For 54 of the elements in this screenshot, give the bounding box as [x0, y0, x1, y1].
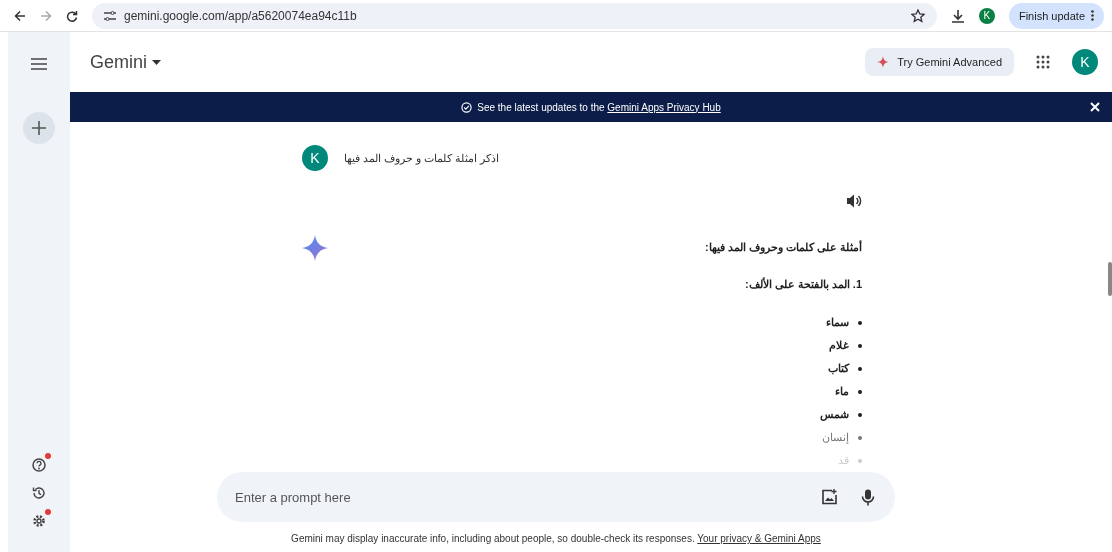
- prompt-bar[interactable]: Enter a prompt here: [217, 472, 895, 522]
- list-bullet: [858, 435, 862, 440]
- url-text: gemini.google.com/app/a5620074ea94c11b: [124, 8, 358, 23]
- notification-dot: [45, 509, 51, 515]
- sparkle-icon: [877, 56, 890, 68]
- account-avatar[interactable]: K: [1072, 49, 1098, 75]
- list-item: شمس: [820, 407, 849, 423]
- check-circle-icon: [461, 101, 473, 113]
- gemini-sparkle-icon: [302, 235, 328, 261]
- image-upload-icon[interactable]: [821, 489, 837, 505]
- apps-grid-icon[interactable]: [1036, 55, 1050, 69]
- privacy-hub-link[interactable]: Gemini Apps Privacy Hub: [607, 101, 721, 113]
- caret-icon: [152, 60, 161, 66]
- user-message: اذكر امثلة كلمات و حروف المد فيها: [344, 151, 500, 165]
- try-advanced-button[interactable]: Try Gemini Advanced: [865, 48, 1014, 76]
- user-avatar: K: [302, 145, 328, 171]
- response-heading: أمثلة على كلمات وحروف المد فيها:: [704, 241, 862, 254]
- menu-icon[interactable]: [31, 58, 47, 70]
- banner-text: See the latest updates to the Gemini Apps Privacy Hub: [477, 101, 721, 113]
- list-bullet: [858, 343, 862, 348]
- scrollbar-thumb[interactable]: [1108, 262, 1112, 296]
- list-bullet: [858, 389, 862, 394]
- list-item: كتاب: [828, 361, 849, 377]
- address-bar[interactable]: gemini.google.com/app/a5620074ea94c11b: [92, 2, 937, 29]
- app-title-dropdown[interactable]: Gemini: [90, 51, 850, 73]
- microphone-icon[interactable]: [861, 488, 875, 506]
- list-item: سماء: [826, 315, 849, 330]
- history-icon[interactable]: [32, 486, 46, 500]
- list-bullet: [858, 366, 862, 371]
- speaker-icon[interactable]: [846, 193, 862, 209]
- disclaimer-text: Gemini may display inaccurate info, including about people, so double-check its responses. Your privacy & Gemini Apps: [291, 533, 821, 544]
- list-item: غلام: [829, 338, 849, 354]
- profile-avatar[interactable]: K: [978, 7, 995, 24]
- list-bullet: [858, 412, 862, 417]
- help-icon[interactable]: [32, 458, 46, 472]
- list-bullet: [858, 320, 862, 325]
- back-icon[interactable]: [14, 9, 26, 22]
- more-options-icon: [1091, 10, 1094, 21]
- list-item: إنسان: [822, 430, 849, 446]
- reload-icon[interactable]: [66, 9, 78, 22]
- site-settings-icon[interactable]: [104, 10, 116, 21]
- section-heading: 1. المد بالفتحة على الألف:: [743, 278, 862, 291]
- bookmark-star-icon[interactable]: [910, 8, 925, 23]
- list-bullet: [858, 458, 862, 463]
- plus-icon: [32, 121, 46, 135]
- settings-icon[interactable]: [32, 514, 46, 528]
- notification-dot: [45, 453, 51, 459]
- new-chat-button[interactable]: [23, 112, 55, 144]
- list-item: ماء: [835, 384, 849, 399]
- prompt-field[interactable]: Enter a prompt here: [233, 488, 797, 506]
- privacy-link[interactable]: Your privacy & Gemini Apps: [697, 533, 821, 544]
- finish-update-button[interactable]: Finish update: [1008, 2, 1104, 29]
- download-icon[interactable]: [950, 8, 965, 23]
- close-icon[interactable]: [1090, 102, 1100, 112]
